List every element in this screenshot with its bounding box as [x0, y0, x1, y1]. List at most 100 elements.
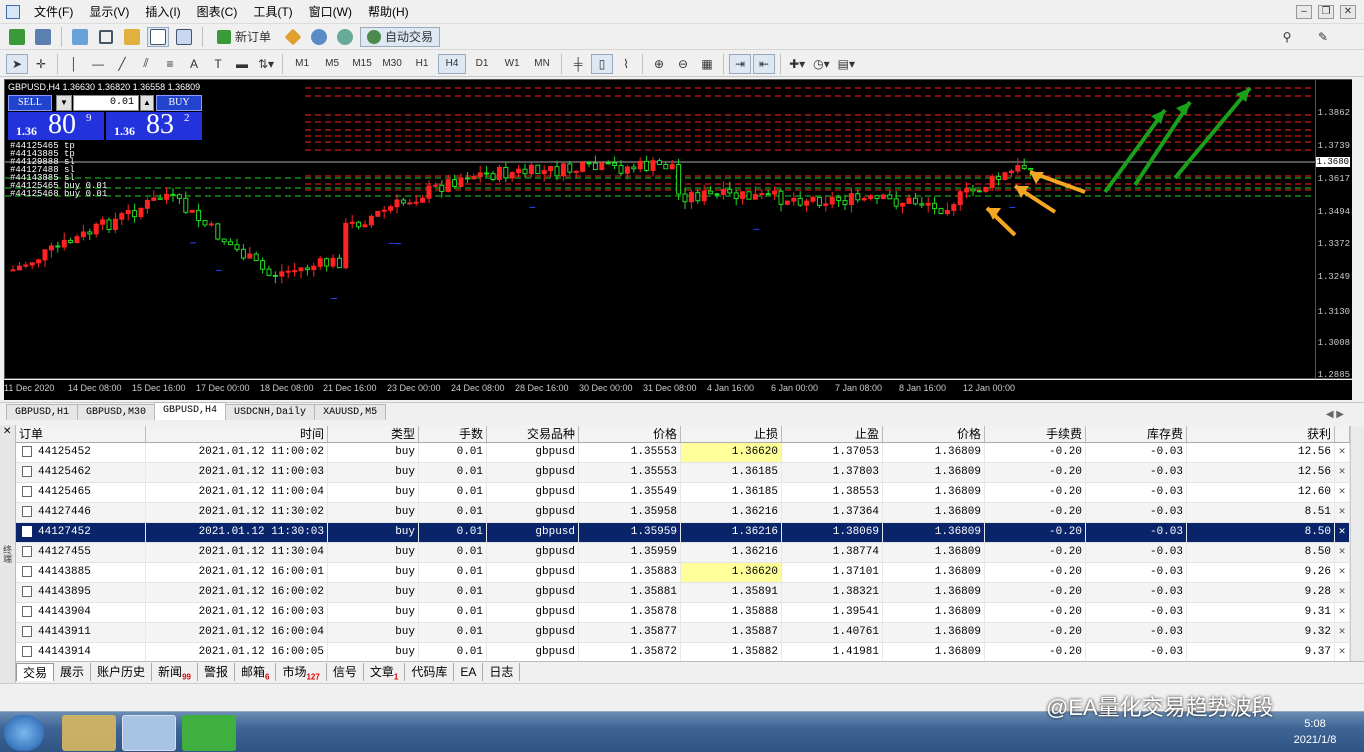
col-commission[interactable]: 手续费 [985, 426, 1086, 442]
chat-icon[interactable]: ✎ [1312, 27, 1334, 47]
tile-windows-button[interactable]: ▦ [696, 54, 718, 74]
col-profit[interactable]: 获利 [1187, 426, 1335, 442]
close-order-icon[interactable]: ✕ [1335, 623, 1350, 642]
metaeditor-button[interactable] [282, 27, 304, 47]
period-m1[interactable]: M1 [288, 54, 316, 74]
table-row[interactable]: 44125452 2021.01.12 11:00:02 buy 0.01 gbpusd… [16, 443, 1350, 463]
chart-shift-button[interactable]: ⇤ [753, 53, 776, 74]
text-label-tool[interactable]: T [207, 54, 229, 74]
period-d1[interactable]: D1 [468, 54, 496, 74]
table-row[interactable]: 44143885 2021.01.12 16:00:01 buy 0.01 gbpusd… [16, 563, 1350, 583]
period-m30[interactable]: M30 [378, 54, 406, 74]
tab-mailbox[interactable]: 邮箱6 [235, 662, 277, 681]
menu-file[interactable]: 文件(F) [28, 3, 83, 20]
table-row[interactable]: 44143904 2021.01.12 16:00:03 buy 0.01 gbpusd… [16, 603, 1350, 623]
col-lots[interactable]: 手数 [419, 426, 487, 442]
tab-exposure[interactable]: 展示 [54, 662, 92, 681]
tab-experts[interactable]: EA [454, 662, 484, 681]
sell-button[interactable]: SELL [8, 95, 52, 111]
col-symbol[interactable]: 交易品种 [487, 426, 579, 442]
chart-tab-gbpusd-h1[interactable]: GBPUSD,H1 [6, 404, 79, 420]
trendline-tool[interactable]: ╱ [111, 54, 133, 74]
periods-button[interactable]: ◷▾ [810, 54, 833, 74]
chart-tab-gbpusd-h4[interactable]: GBPUSD,H4 [154, 402, 227, 420]
col-type[interactable]: 类型 [328, 426, 419, 442]
tab-news[interactable]: 新闻99 [152, 662, 198, 681]
sell-price-box[interactable]: 1.36 80 9 [8, 109, 104, 140]
wechat-icon[interactable] [182, 715, 236, 751]
table-row[interactable]: 44125462 2021.01.12 11:00:03 buy 0.01 gbpusd… [16, 463, 1350, 483]
templates-button[interactable]: ▤▾ [835, 54, 858, 74]
menu-view[interactable]: 显示(V) [83, 3, 139, 20]
period-h4[interactable]: H4 [438, 53, 467, 74]
menu-window[interactable]: 窗口(W) [303, 3, 362, 20]
indicators-button[interactable]: ✚▾ [786, 54, 808, 74]
period-w1[interactable]: W1 [498, 54, 526, 74]
tab-account-history[interactable]: 账户历史 [91, 662, 153, 681]
menu-help[interactable]: 帮助(H) [362, 3, 419, 20]
chart-tab-xauusd-m5[interactable]: XAUUSD,M5 [314, 404, 387, 420]
tab-journal[interactable]: 日志 [483, 662, 521, 681]
arrows-tool[interactable]: ⇅▾ [255, 54, 277, 74]
col-time[interactable]: 时间 [146, 426, 328, 442]
horizontal-line-tool[interactable]: — [87, 54, 109, 74]
candlestick-button[interactable]: ▯ [591, 53, 614, 74]
col-price[interactable]: 价格 [579, 426, 681, 442]
tab-market[interactable]: 市场127 [276, 662, 327, 681]
terminal-button[interactable] [147, 26, 169, 47]
start-button[interactable] [4, 715, 44, 751]
market-watch-button[interactable] [69, 27, 91, 47]
col-tp[interactable]: 止盈 [782, 426, 883, 442]
col-current-price[interactable]: 价格 [883, 426, 985, 442]
zoom-out-button[interactable]: ⊖ [672, 54, 694, 74]
data-window-button[interactable] [95, 27, 117, 47]
community-button[interactable] [308, 27, 330, 47]
zoom-in-button[interactable]: ⊕ [648, 54, 670, 74]
close-order-icon[interactable]: ✕ [1335, 503, 1350, 522]
tab-signals[interactable]: 信号 [327, 662, 364, 681]
new-chart-button[interactable] [6, 27, 28, 47]
signals-button[interactable] [334, 27, 356, 47]
table-row[interactable]: 44127446 2021.01.12 11:30:02 buy 0.01 gbpusd… [16, 503, 1350, 523]
cursor-tool[interactable]: ➤ [6, 53, 28, 74]
table-row[interactable]: 44127455 2021.01.12 11:30:04 buy 0.01 gbpusd… [16, 543, 1350, 563]
minimize-icon[interactable]: – [1296, 4, 1312, 19]
file-explorer-icon[interactable] [62, 715, 116, 751]
tab-trade[interactable]: 交易 [16, 662, 55, 681]
autoscroll-button[interactable]: ⇥ [729, 53, 752, 74]
close-order-icon[interactable]: ✕ [1335, 543, 1350, 562]
search-icon[interactable]: ⚲ [1276, 27, 1298, 47]
close-order-icon[interactable]: ✕ [1335, 603, 1350, 622]
menu-tools[interactable]: 工具(T) [247, 3, 302, 20]
close-order-icon[interactable]: ✕ [1335, 563, 1350, 582]
close-order-icon[interactable]: ✕ [1335, 643, 1350, 662]
close-order-icon[interactable]: ✕ [1335, 463, 1350, 482]
channel-tool[interactable]: ⫽ [135, 54, 157, 74]
profiles-button[interactable] [32, 27, 54, 47]
fibonacci-tool[interactable]: ≡ [159, 54, 181, 74]
line-chart-button[interactable]: ⌇ [615, 54, 637, 74]
table-row[interactable]: 44143895 2021.01.12 16:00:02 buy 0.01 gbpusd… [16, 583, 1350, 603]
rectangle-tool[interactable]: ▬ [231, 54, 253, 74]
auto-trading-button[interactable]: 自动交易 [360, 26, 441, 47]
col-order[interactable]: 订单 [16, 426, 146, 442]
table-row[interactable]: 44143914 2021.01.12 16:00:05 buy 0.01 gbpusd… [16, 643, 1350, 663]
terminal-close-icon[interactable]: ✕ [3, 426, 11, 437]
vertical-line-tool[interactable]: │ [63, 54, 85, 74]
close-order-icon[interactable]: ✕ [1335, 443, 1350, 462]
lot-input[interactable]: 0.01 [73, 95, 139, 111]
new-order-button[interactable]: 新订单 [210, 27, 278, 47]
close-order-icon[interactable]: ✕ [1335, 523, 1350, 542]
table-row[interactable]: 44125465 2021.01.12 11:00:04 buy 0.01 gbpusd… [16, 483, 1350, 503]
period-m5[interactable]: M5 [318, 54, 346, 74]
tab-articles[interactable]: 文章1 [364, 662, 406, 681]
col-swap[interactable]: 库存费 [1086, 426, 1187, 442]
menu-insert[interactable]: 插入(I) [139, 3, 190, 20]
tab-alerts[interactable]: 警报 [198, 662, 235, 681]
table-row[interactable]: 44143911 2021.01.12 16:00:04 buy 0.01 gbpusd… [16, 623, 1350, 643]
bar-chart-button[interactable]: ╪ [567, 54, 589, 74]
chart-tab-usdcnh-daily[interactable]: USDCNH,Daily [225, 404, 316, 420]
text-tool[interactable]: A [183, 54, 205, 74]
tabs-scroll-icon[interactable]: ◀ ▶ [1326, 409, 1364, 420]
close-order-icon[interactable]: ✕ [1335, 583, 1350, 602]
